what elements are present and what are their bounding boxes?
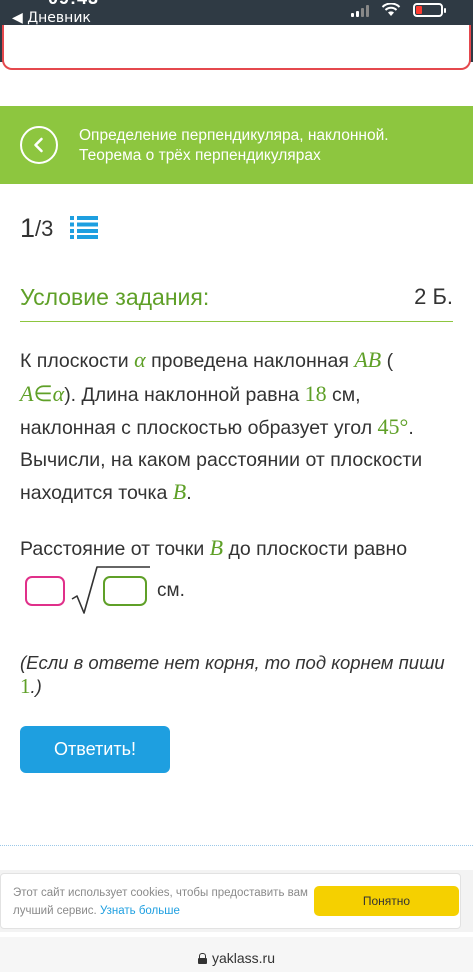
problem-text-part: ( xyxy=(381,350,394,372)
answer-coefficient-input[interactable] xyxy=(25,576,65,606)
problem-text-part: проведена наклонная xyxy=(145,350,355,372)
battery-icon xyxy=(413,3,446,17)
task-points: 2 Б. xyxy=(414,284,453,309)
hint-text-part: (Если в ответе нет корня, то под корнем … xyxy=(20,652,445,673)
problem-text: К плоскости α проведена наклонная AB ( A… xyxy=(20,344,450,510)
condition-header: Условие задания: 2 Б. xyxy=(20,284,453,322)
topic-title: Определение перпендикуляра, наклонной. Т… xyxy=(79,126,459,166)
problem-text-part: ). Длина наклонной равна xyxy=(64,383,305,406)
topic-title-line: Теорема о трёх перпендикулярах xyxy=(79,147,321,164)
browser-url[interactable]: yaklass.ru xyxy=(0,950,473,966)
back-to-app-link[interactable]: ◀ Дневник xyxy=(12,10,91,26)
answer-radicand-input[interactable] xyxy=(103,576,147,606)
notification-card xyxy=(2,25,471,70)
back-button[interactable] xyxy=(20,126,58,164)
status-time: 09:43 xyxy=(48,0,99,9)
math-segment: AB xyxy=(354,347,382,372)
signal-icon xyxy=(351,5,369,17)
math-plane: α xyxy=(134,347,146,372)
wifi-icon xyxy=(381,3,401,16)
task-total: /3 xyxy=(35,215,54,241)
chevron-left-icon xyxy=(34,137,43,153)
math-plane: α xyxy=(52,380,65,406)
submit-answer-button[interactable]: Ответить! xyxy=(20,726,170,773)
math-point-b: B xyxy=(209,535,224,560)
cookie-learn-more-link[interactable]: Узнать больше xyxy=(100,905,180,917)
condition-title: Условие задания: xyxy=(20,284,210,310)
answer-text-part: до плоскости равно xyxy=(223,538,408,560)
cookie-accept-button[interactable]: Понятно xyxy=(314,886,459,916)
answer-unit: см. xyxy=(157,580,185,601)
answer-prompt: Расстояние от точки B до плоскости равно xyxy=(20,535,407,561)
math-element-of: ∈ xyxy=(33,380,53,406)
status-icons xyxy=(351,1,446,17)
lock-icon xyxy=(197,953,207,964)
url-text: yaklass.ru xyxy=(211,950,276,966)
task-list-icon[interactable] xyxy=(70,215,98,239)
answer-text-part: Расстояние от точки xyxy=(20,538,210,560)
math-angle: 45° xyxy=(377,414,409,439)
problem-text-part: . xyxy=(186,482,192,504)
hint-text-part: .) xyxy=(30,676,42,697)
section-divider xyxy=(0,845,473,846)
math-point-b: B xyxy=(172,479,187,504)
math-point-a: A xyxy=(20,380,34,406)
topic-header: Определение перпендикуляра, наклонной. Т… xyxy=(0,106,473,184)
problem-text-part: К плоскости xyxy=(20,350,135,372)
cookie-text: Этот сайт использует cookies, чтобы пред… xyxy=(13,884,313,920)
hint-one: 1 xyxy=(20,674,31,698)
task-counter: 1/3 xyxy=(20,213,53,244)
topic-title-line: Определение перпендикуляра, наклонной. xyxy=(79,127,389,144)
task-current: 1 xyxy=(20,213,36,243)
answer-hint: (Если в ответе нет корня, то под корнем … xyxy=(20,652,460,699)
math-length: 18 xyxy=(304,380,327,406)
